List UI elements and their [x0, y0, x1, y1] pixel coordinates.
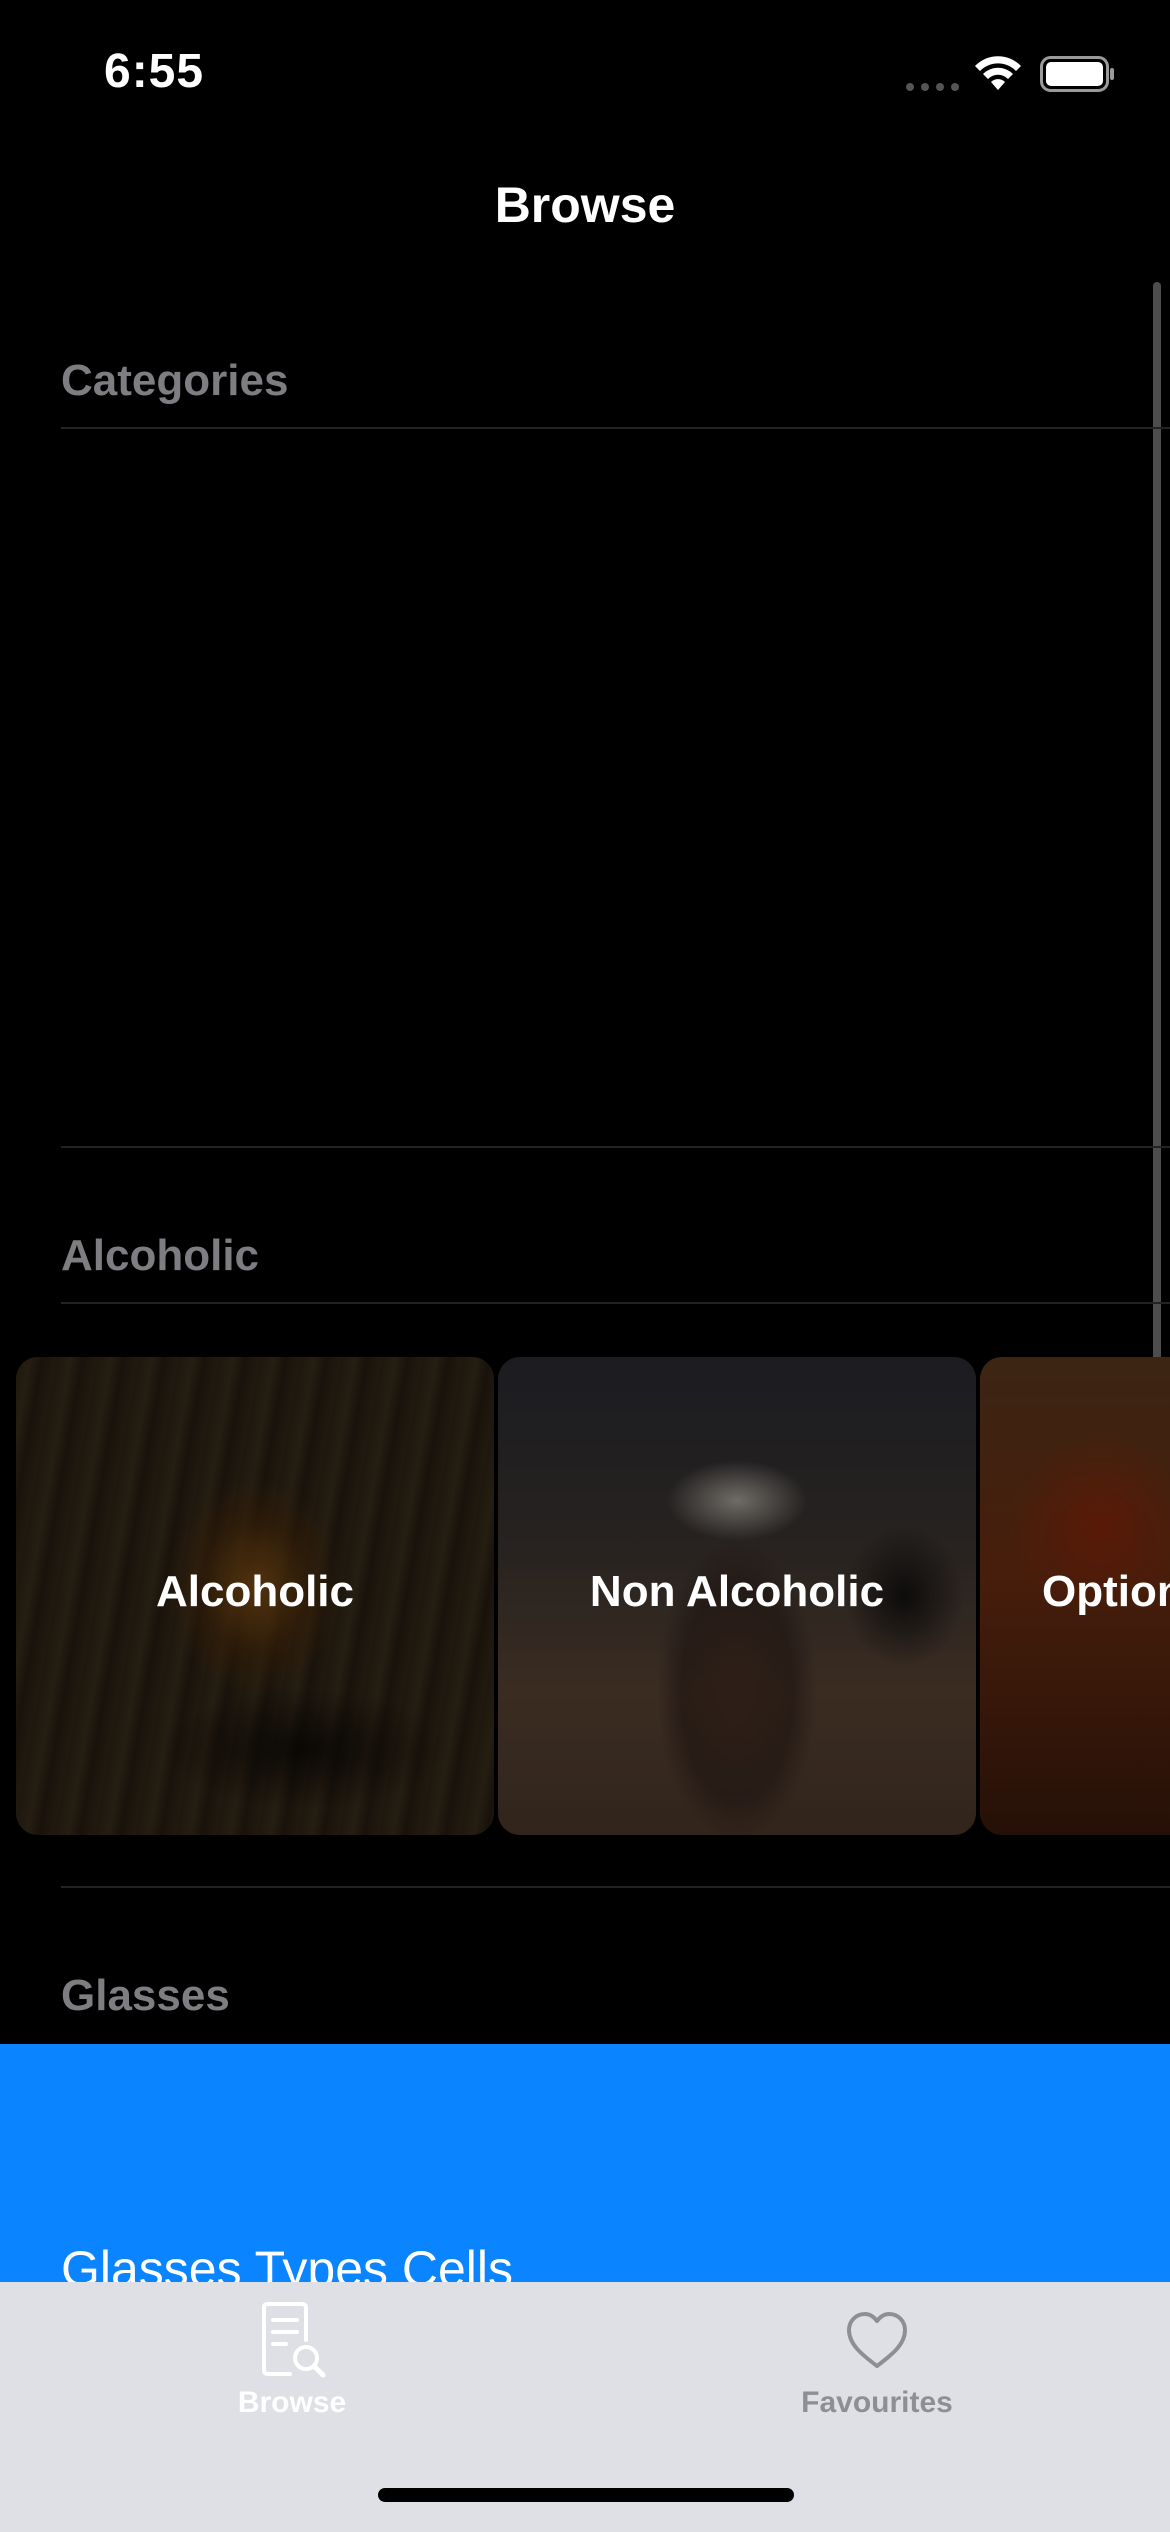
category-cards-carousel[interactable]: Alcoholic Non Alcoholic Optional: [16, 1357, 1170, 1835]
category-card-optional[interactable]: Optional: [980, 1357, 1170, 1835]
wifi-icon: [975, 56, 1021, 90]
status-time: 6:55: [104, 45, 205, 98]
tab-label: Favourites: [801, 2386, 953, 2419]
card-label: Alcoholic: [155, 1567, 355, 1616]
tab-label: Browse: [237, 2386, 347, 2419]
heart-icon: [847, 2312, 907, 2368]
page-title: Browse: [494, 177, 676, 233]
separator: [61, 1302, 1170, 1304]
separator: [61, 1146, 1170, 1148]
card-label: Non Alcoholic: [589, 1567, 885, 1616]
tab-bar: Browse Favourites: [0, 2282, 1170, 2532]
status-bar: 6:55: [0, 0, 1170, 140]
card-label: Optional: [1042, 1567, 1170, 1616]
separator: [61, 1886, 1170, 1888]
cellular-signal-icon: [906, 83, 959, 91]
section-header-categories: Categories: [61, 356, 289, 405]
home-indicator: [378, 2488, 794, 2502]
section-header-glasses: Glasses: [61, 1971, 230, 2020]
category-card-alcoholic[interactable]: Alcoholic: [16, 1357, 494, 1835]
battery-icon: [1040, 56, 1114, 92]
tab-browse[interactable]: Browse: [142, 2282, 442, 2432]
glasses-types-cells[interactable]: Glasses Types Cells: [0, 2044, 1170, 2284]
tab-favourites[interactable]: Favourites: [727, 2282, 1027, 2432]
glasses-block-label: Glasses Types Cells: [61, 2241, 514, 2284]
document-search-icon: [262, 2302, 326, 2378]
section-header-alcoholic: Alcoholic: [61, 1231, 260, 1280]
category-card-non-alcoholic[interactable]: Non Alcoholic: [498, 1357, 976, 1835]
separator: [61, 427, 1170, 429]
